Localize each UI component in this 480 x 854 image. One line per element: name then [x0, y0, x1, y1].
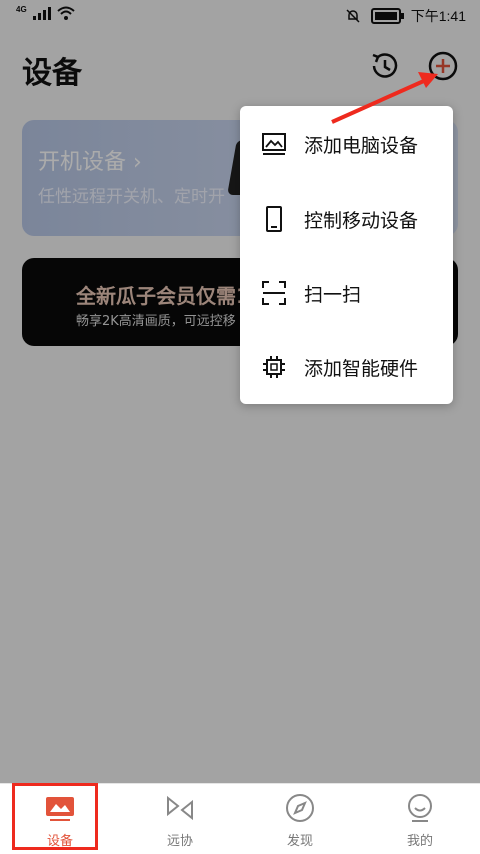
scan-icon: [262, 281, 286, 305]
annotation-highlight-box: [12, 783, 98, 850]
tab-remote-assist[interactable]: 远协: [120, 784, 240, 854]
tab-label: 我的: [406, 834, 433, 849]
menu-item-label: 控制移动设备: [304, 209, 419, 232]
tab-discover[interactable]: 发现: [240, 784, 360, 854]
compass-icon: [286, 794, 314, 822]
chip-icon: [263, 356, 285, 378]
tab-label: 发现: [286, 834, 313, 849]
profile-icon: [408, 794, 432, 822]
menu-item-scan[interactable]: 扫一扫: [240, 258, 453, 328]
menu-item-add-hardware[interactable]: 添加智能硬件: [240, 332, 453, 402]
remote-assist-icon: [167, 795, 193, 821]
menu-item-label: 添加智能硬件: [304, 357, 419, 380]
menu-item-control-mobile[interactable]: 控制移动设备: [240, 184, 453, 254]
menu-item-label: 扫一扫: [304, 283, 362, 306]
tab-label: 远协: [166, 834, 193, 849]
menu-item-label: 添加电脑设备: [304, 134, 419, 157]
mobile-icon: [266, 206, 282, 232]
menu-item-add-computer[interactable]: 添加电脑设备: [240, 109, 453, 179]
computer-icon: [262, 133, 286, 155]
add-menu: 添加电脑设备 控制移动设备 扫一扫 添加智能硬件: [240, 106, 453, 404]
tab-profile[interactable]: 我的: [360, 784, 480, 854]
